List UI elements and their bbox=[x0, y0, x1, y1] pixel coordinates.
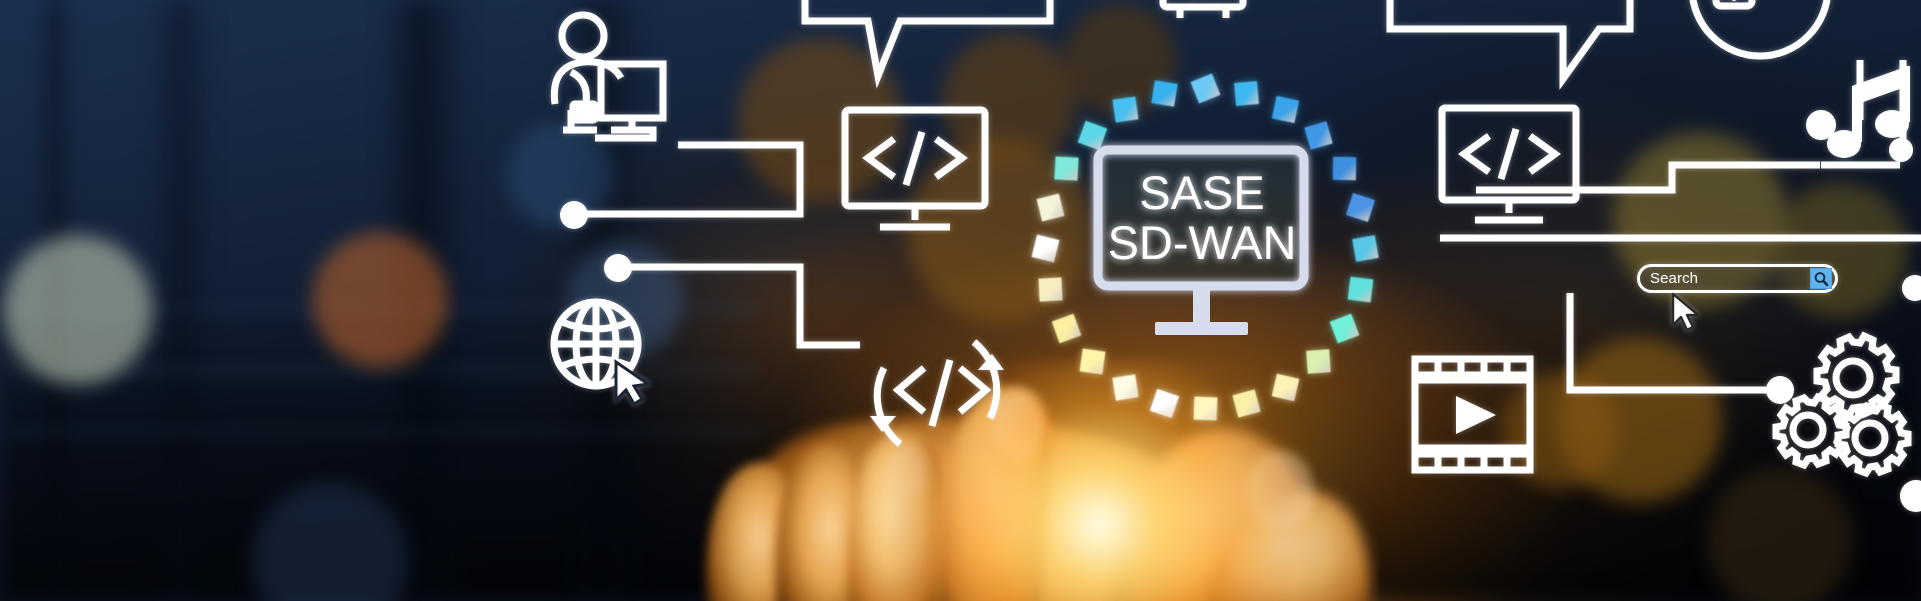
ring-square bbox=[1079, 348, 1106, 375]
ring-square bbox=[1234, 81, 1260, 107]
ring-square bbox=[1038, 277, 1064, 302]
speech-bubble-right-icon bbox=[1385, 0, 1635, 90]
globe-cursor-icon bbox=[548, 296, 658, 407]
ring-square bbox=[1112, 373, 1139, 401]
gears-icon bbox=[1772, 330, 1912, 478]
search-box[interactable]: Search bbox=[1637, 264, 1838, 293]
network-node-dot bbox=[560, 201, 588, 229]
music-note-icon bbox=[1822, 52, 1921, 160]
code-monitor-left-icon bbox=[840, 105, 990, 240]
code-refresh-icon bbox=[862, 318, 1012, 468]
network-node-dot bbox=[604, 254, 632, 282]
sase-line-1: SASE bbox=[1139, 166, 1264, 219]
sase-line-2: SD-WAN bbox=[1108, 216, 1297, 269]
mobile-and-image-icon bbox=[1680, 0, 1840, 76]
person-at-computer-icon bbox=[545, 11, 670, 152]
ring-square bbox=[1054, 156, 1080, 181]
ring-square bbox=[1332, 156, 1356, 181]
search-input[interactable]: Search bbox=[1650, 271, 1810, 286]
ring-square bbox=[1193, 396, 1218, 421]
film-play-icon bbox=[1410, 354, 1535, 476]
search-button[interactable] bbox=[1810, 268, 1832, 289]
ring-square bbox=[1150, 80, 1178, 108]
screenshot-canvas: SASE SD-WAN Search bbox=[0, 0, 1921, 601]
ring-square bbox=[1352, 235, 1379, 262]
magnifier-icon bbox=[1814, 271, 1829, 286]
speech-bubble-left-icon bbox=[800, 0, 1055, 89]
server-rack-icon bbox=[1158, 0, 1248, 32]
mouse-pointer-icon bbox=[1670, 292, 1704, 337]
code-monitor-right-icon bbox=[1437, 103, 1582, 233]
ring-square bbox=[1112, 96, 1139, 123]
ring-square bbox=[1271, 373, 1300, 401]
sase-sdwan-monitor: SASE SD-WAN bbox=[1090, 142, 1320, 352]
network-node-dot bbox=[1902, 275, 1921, 301]
connector-network-lines bbox=[573, 60, 1921, 394]
ring-square bbox=[1347, 277, 1373, 303]
ring-square bbox=[1306, 349, 1331, 374]
